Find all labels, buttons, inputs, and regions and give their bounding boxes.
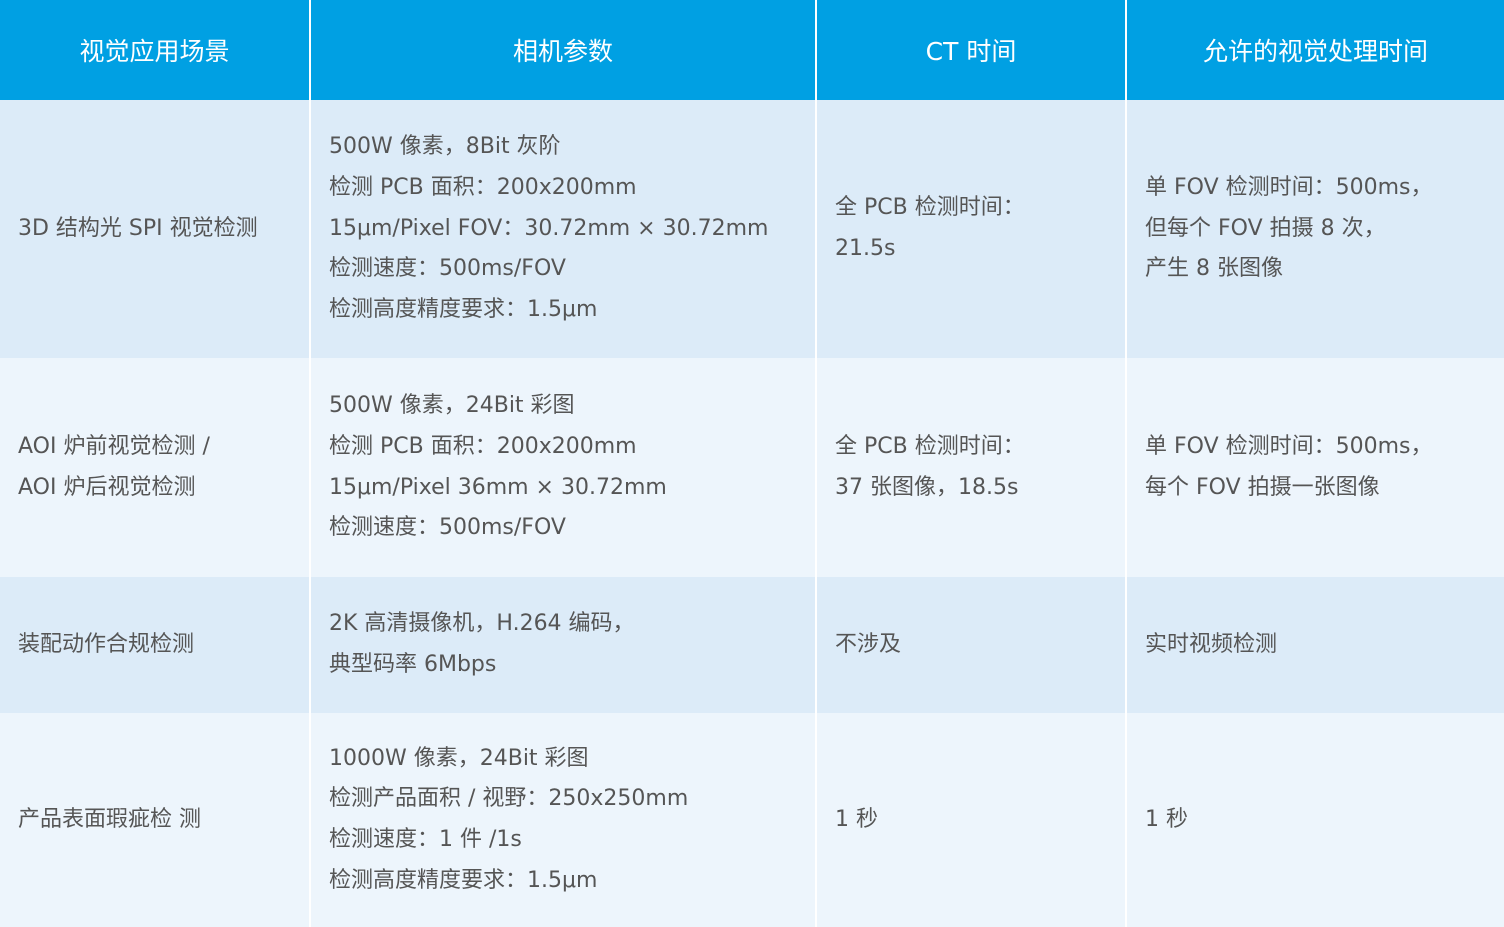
cell-ct-time: 不涉及 — [815, 577, 1126, 713]
cell-ct-time: 全 PCB 检测时间： 21.5s — [815, 100, 1126, 358]
cell-text: AOI 炉前视觉检测 / — [18, 433, 210, 459]
cell-text: 15μm/Pixel 36mm × 30.72mm — [329, 474, 667, 500]
cell-text: 3D 结构光 SPI 视觉检测 — [18, 215, 258, 241]
cell-text: 但每个 FOV 拍摄 8 次， — [1145, 215, 1386, 241]
cell-text: 1 秒 — [1145, 806, 1188, 832]
header-ct-time: CT 时间 — [815, 0, 1126, 100]
header-scene: 视觉应用场景 — [0, 0, 310, 100]
cell-text: 15μm/Pixel FOV：30.72mm × 30.72mm — [329, 215, 769, 241]
cell-text: 21.5s — [835, 236, 896, 261]
table-row: 3D 结构光 SPI 视觉检测 500W 像素，8Bit 灰阶 检测 PCB 面… — [0, 100, 1504, 358]
cell-camera-params: 2K 高清摄像机，H.264 编码， 典型码率 6Mbps — [309, 577, 816, 713]
cell-text: 单 FOV 检测时间：500ms， — [1145, 174, 1433, 200]
cell-ct-time: 1 秒 — [815, 713, 1126, 927]
cell-text: 1000W 像素，24Bit 彩图 — [329, 745, 589, 771]
cell-text: 500W 像素，8Bit 灰阶 — [329, 134, 561, 160]
cell-allowed-time: 单 FOV 检测时间：500ms， 每个 FOV 拍摄一张图像 — [1125, 358, 1504, 577]
cell-ct-time: 全 PCB 检测时间： 37 张图像，18.5s — [815, 358, 1126, 577]
cell-text: 2K 高清摄像机，H.264 编码， — [329, 611, 635, 637]
cell-text: 全 PCB 检测时间： — [835, 433, 1025, 459]
cell-camera-params: 500W 像素，24Bit 彩图 检测 PCB 面积：200x200mm 15μ… — [309, 358, 816, 577]
cell-text: 全 PCB 检测时间： — [835, 195, 1025, 221]
header-row: 视觉应用场景 相机参数 CT 时间 允许的视觉处理时间 — [0, 0, 1504, 100]
cell-text: 检测 PCB 面积：200x200mm — [329, 433, 637, 459]
cell-text: 每个 FOV 拍摄一张图像 — [1145, 474, 1380, 500]
cell-scene: 产品表面瑕疵检 测 — [0, 713, 310, 927]
cell-text: 1 秒 — [835, 806, 878, 832]
cell-text: 检测高度精度要求：1.5μm — [329, 867, 598, 893]
cell-allowed-time: 单 FOV 检测时间：500ms， 但每个 FOV 拍摄 8 次， 产生 8 张… — [1125, 100, 1504, 358]
cell-text: 检测高度精度要求：1.5μm — [329, 297, 598, 323]
cell-allowed-time: 1 秒 — [1125, 713, 1504, 927]
cell-text: 产品表面瑕疵检 测 — [18, 806, 201, 832]
cell-text: 检测速度：1 件 /1s — [329, 827, 522, 852]
cell-text: 检测 PCB 面积：200x200mm — [329, 174, 637, 200]
table-row: AOI 炉前视觉检测 / AOI 炉后视觉检测 500W 像素，24Bit 彩图… — [0, 358, 1504, 577]
vision-requirements-table: 视觉应用场景 相机参数 CT 时间 允许的视觉处理时间 3D 结构光 SPI 视… — [0, 0, 1504, 927]
cell-allowed-time: 实时视频检测 — [1125, 577, 1504, 713]
cell-text: 装配动作合规检测 — [18, 631, 195, 657]
header-camera-params: 相机参数 — [309, 0, 816, 100]
cell-text: 检测速度：500ms/FOV — [329, 515, 566, 541]
cell-camera-params: 500W 像素，8Bit 灰阶 检测 PCB 面积：200x200mm 15μm… — [309, 100, 816, 358]
cell-text: 产生 8 张图像 — [1145, 256, 1283, 282]
cell-text: 不涉及 — [835, 631, 902, 657]
cell-text: 典型码率 6Mbps — [329, 652, 497, 677]
table-row: 产品表面瑕疵检 测 1000W 像素，24Bit 彩图 检测产品面积 / 视野：… — [0, 713, 1504, 927]
cell-camera-params: 1000W 像素，24Bit 彩图 检测产品面积 / 视野：250x250mm … — [309, 713, 816, 927]
cell-scene: 3D 结构光 SPI 视觉检测 — [0, 100, 310, 358]
cell-text: 实时视频检测 — [1145, 631, 1278, 657]
table-row: 装配动作合规检测 2K 高清摄像机，H.264 编码， 典型码率 6Mbps 不… — [0, 577, 1504, 713]
cell-text: AOI 炉后视觉检测 — [18, 474, 196, 500]
cell-text: 检测速度：500ms/FOV — [329, 256, 566, 282]
cell-scene: AOI 炉前视觉检测 / AOI 炉后视觉检测 — [0, 358, 310, 577]
cell-text: 单 FOV 检测时间：500ms， — [1145, 433, 1433, 459]
cell-text: 500W 像素，24Bit 彩图 — [329, 393, 575, 419]
header-allowed-processing-time: 允许的视觉处理时间 — [1125, 0, 1504, 100]
cell-scene: 装配动作合规检测 — [0, 577, 310, 713]
cell-text: 37 张图像，18.5s — [835, 474, 1019, 500]
cell-text: 检测产品面积 / 视野：250x250mm — [329, 786, 689, 812]
